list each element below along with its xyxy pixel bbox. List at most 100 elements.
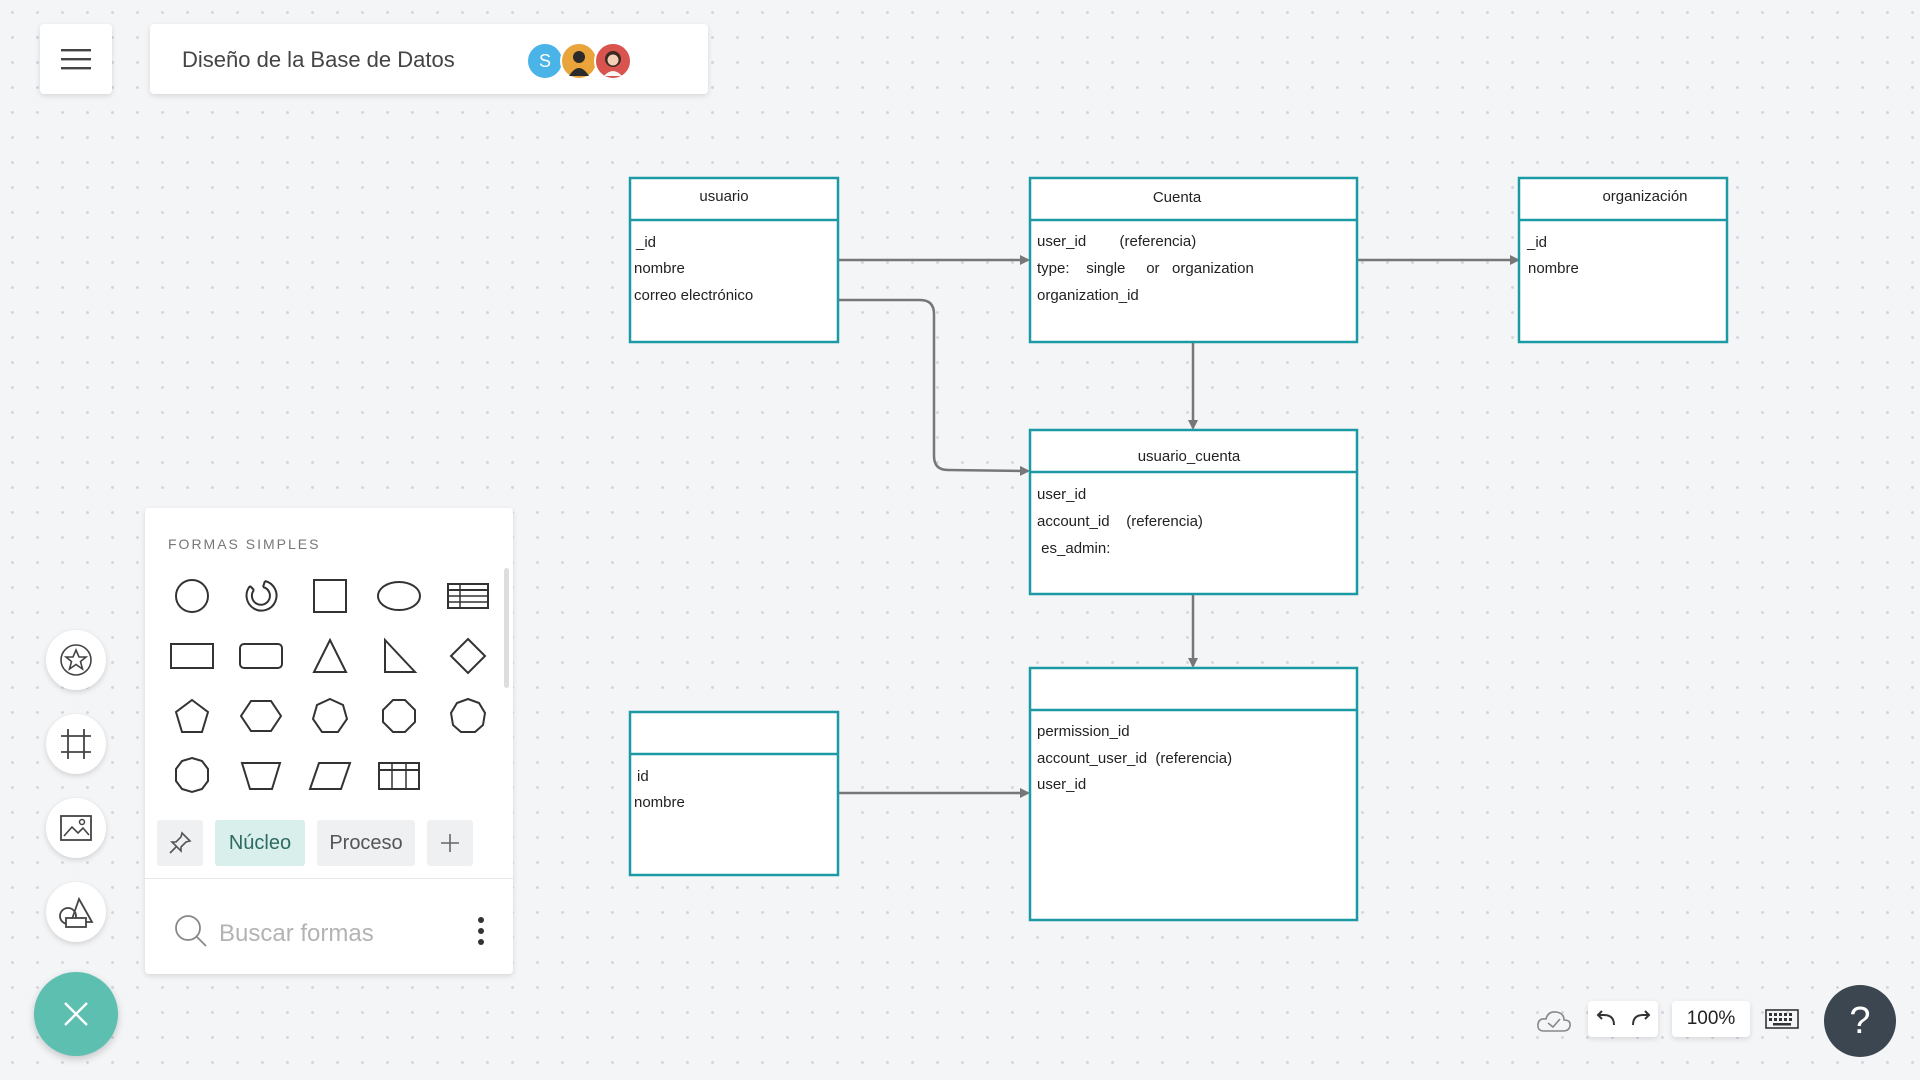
shape-right-triangle[interactable] xyxy=(371,632,427,680)
entity-field: _id xyxy=(1526,234,1547,251)
shape-square[interactable] xyxy=(302,572,358,620)
entity-field: nombre xyxy=(634,794,685,811)
entity-permisos[interactable]: permission_id account_user_id (referenci… xyxy=(1028,666,1359,922)
square-icon xyxy=(313,579,347,613)
shape-heptagon[interactable] xyxy=(302,692,358,740)
entity-field: type: single or organization xyxy=(1037,260,1254,277)
entity-title: Cuenta xyxy=(1153,189,1202,206)
keyboard-shortcuts-button[interactable] xyxy=(1762,1003,1802,1035)
shapes-library-button[interactable] xyxy=(46,882,106,942)
entity-field: user_id (referencia) xyxy=(1037,233,1196,250)
decagon-icon xyxy=(175,756,209,794)
shape-table[interactable] xyxy=(440,572,496,620)
shape-circle[interactable] xyxy=(164,572,220,620)
right-triangle-icon xyxy=(384,637,418,673)
redo-button[interactable] xyxy=(1623,1001,1658,1037)
pentagon-icon xyxy=(174,698,210,733)
entity-title: usuario xyxy=(699,188,748,205)
grid-table-icon xyxy=(378,762,420,790)
entity-field: _id xyxy=(635,234,656,251)
shape-trapezoid[interactable] xyxy=(233,751,289,799)
shape-decagon[interactable] xyxy=(164,751,220,799)
frame-icon xyxy=(61,729,91,759)
help-button[interactable]: ? xyxy=(1824,985,1896,1057)
shape-hexagon[interactable] xyxy=(233,692,289,740)
shape-arc[interactable] xyxy=(233,572,289,620)
shape-nonagon[interactable] xyxy=(440,692,496,740)
close-icon xyxy=(64,1002,88,1026)
shape-pentagon[interactable] xyxy=(164,692,220,740)
frame-button[interactable] xyxy=(46,714,106,774)
favorites-button[interactable] xyxy=(46,630,106,690)
octagon-icon xyxy=(382,699,416,733)
shape-ellipse[interactable] xyxy=(371,572,427,620)
tab-nucleo[interactable]: Núcleo xyxy=(215,820,305,866)
connector-usuario-usuario-cuenta[interactable] xyxy=(838,298,1030,476)
rectangle-icon xyxy=(170,643,214,669)
shape-triangle[interactable] xyxy=(302,632,358,680)
shape-octagon[interactable] xyxy=(371,692,427,740)
entity-title: usuario_cuenta xyxy=(1138,448,1241,465)
undo-icon xyxy=(1596,1010,1615,1026)
entity-organizacion[interactable]: organización _id nombre xyxy=(1517,176,1729,344)
keyboard-icon xyxy=(1765,1009,1799,1029)
heptagon-icon xyxy=(311,697,349,733)
entity-field: correo electrónico xyxy=(634,287,753,304)
shape-diamond[interactable] xyxy=(440,632,496,680)
search-icon xyxy=(175,915,207,947)
pin-tab[interactable] xyxy=(157,820,203,866)
parallelogram-icon xyxy=(308,762,352,790)
user-photo-icon xyxy=(569,51,589,76)
entity-usuario-cuenta[interactable]: usuario_cuenta user_id account_id (refer… xyxy=(1028,428,1359,596)
redo-icon xyxy=(1631,1010,1650,1026)
shapes-icon xyxy=(59,896,94,928)
avatar[interactable] xyxy=(560,42,598,80)
triangle-icon xyxy=(312,637,348,673)
search-shapes-input[interactable] xyxy=(217,913,431,955)
undo-redo-group xyxy=(1588,1001,1658,1037)
kebab-menu-icon xyxy=(478,917,484,945)
shape-rounded-rectangle[interactable] xyxy=(233,632,289,680)
undo-button[interactable] xyxy=(1588,1001,1623,1037)
entity-field: es_admin: xyxy=(1037,540,1110,557)
panel-heading: FORMAS SIMPLES xyxy=(168,536,321,552)
more-options-button[interactable] xyxy=(469,913,493,949)
shape-parallelogram[interactable] xyxy=(302,751,358,799)
shapes-panel: FORMAS SIMPLES Núcleo Proceso Buscar for… xyxy=(145,508,513,974)
zoom-level[interactable]: 100% xyxy=(1672,1001,1750,1037)
panel-divider xyxy=(145,878,513,879)
cloud-sync-status[interactable] xyxy=(1532,1005,1576,1037)
document-title-bar: Diseño de la Base de Datos S xyxy=(150,24,708,94)
entity-field: user_id xyxy=(1037,486,1086,503)
circle-icon xyxy=(175,579,209,613)
avatar[interactable]: S xyxy=(526,42,564,80)
entity-cuenta[interactable]: Cuenta user_id (referencia) type: single… xyxy=(1028,176,1359,344)
image-button[interactable] xyxy=(46,798,106,858)
star-icon xyxy=(60,644,92,676)
avatar-initial: S xyxy=(538,50,551,71)
avatar[interactable] xyxy=(594,42,632,80)
close-panel-button[interactable] xyxy=(34,972,118,1056)
user-photo-icon xyxy=(604,51,622,76)
menu-button[interactable] xyxy=(40,24,112,94)
table-icon xyxy=(447,583,489,609)
hexagon-icon xyxy=(239,700,283,732)
document-title[interactable]: Diseño de la Base de Datos xyxy=(182,47,455,73)
shape-grid-table[interactable] xyxy=(371,751,427,799)
cloud-check-icon xyxy=(1537,1011,1571,1032)
add-library-button[interactable] xyxy=(427,820,473,866)
entity-field: user_id xyxy=(1037,776,1086,793)
tab-proceso[interactable]: Proceso xyxy=(317,820,415,866)
trapezoid-icon xyxy=(240,762,282,790)
pin-icon xyxy=(169,831,192,854)
entity-field: id xyxy=(637,768,649,785)
ellipse-icon xyxy=(377,581,421,611)
entity-sin-titulo[interactable]: id nombre xyxy=(628,710,840,877)
entity-usuario[interactable]: usuario _id nombre correo electrónico xyxy=(628,176,840,344)
entity-field: account_user_id (referencia) xyxy=(1037,750,1232,767)
shape-rectangle[interactable] xyxy=(164,632,220,680)
plus-icon xyxy=(441,834,459,852)
panel-scrollbar[interactable] xyxy=(504,568,509,688)
entity-title: organización xyxy=(1602,188,1687,205)
entity-field: nombre xyxy=(1528,260,1579,277)
